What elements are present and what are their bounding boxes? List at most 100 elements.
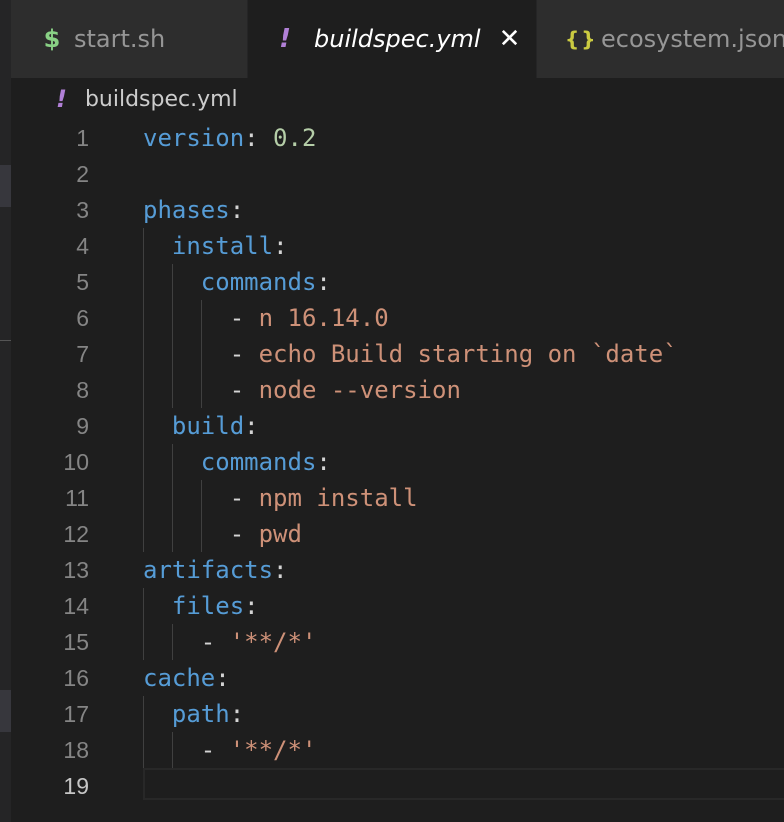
- code-text: install:: [143, 228, 288, 264]
- yaml-key: phases: [143, 196, 230, 224]
- code-text: - pwd: [143, 516, 302, 552]
- indent-guide: [143, 588, 144, 660]
- code-line[interactable]: 15 - '**/*': [11, 624, 784, 660]
- yaml-key: files: [171, 592, 245, 620]
- line-number: 19: [63, 773, 89, 799]
- code-line[interactable]: 17 path:: [11, 696, 784, 732]
- indent-guide: [171, 732, 173, 768]
- yaml-key: artifacts: [143, 556, 274, 584]
- colon: :: [215, 664, 230, 692]
- list-dash: -: [200, 628, 230, 656]
- code-text: build:: [143, 408, 259, 444]
- code-text: artifacts:: [143, 552, 288, 588]
- yaml-key: cache: [143, 664, 216, 692]
- panel-divider: [0, 340, 11, 341]
- panel-highlight: [0, 690, 11, 732]
- code-line[interactable]: 9 build:: [11, 408, 784, 444]
- code-line[interactable]: 6 - n 16.14.0: [11, 300, 784, 336]
- code-line[interactable]: 1 version: 0.2: [11, 120, 784, 156]
- list-dash: -: [229, 304, 259, 332]
- yaml-key: install: [171, 232, 274, 260]
- code-text: files:: [143, 588, 259, 624]
- colon: :: [244, 592, 259, 620]
- indent-guide: [143, 228, 144, 552]
- code-line[interactable]: 10 commands:: [11, 444, 784, 480]
- code-line[interactable]: 3 phases:: [11, 192, 784, 228]
- line-number: 9: [76, 413, 89, 439]
- line-number: 10: [63, 449, 89, 475]
- code-line[interactable]: 2: [11, 156, 784, 192]
- code-line[interactable]: 13 artifacts:: [11, 552, 784, 588]
- colon: :: [273, 556, 288, 584]
- colon: :: [229, 196, 245, 224]
- yaml-key: commands: [200, 268, 317, 296]
- code-text: path:: [143, 696, 244, 732]
- indent-guide: [143, 696, 144, 768]
- code-text: - n 16.14.0: [143, 300, 389, 336]
- yaml-file-icon: !: [279, 24, 291, 54]
- line-number: 18: [63, 737, 89, 763]
- code-line[interactable]: 4 install:: [11, 228, 784, 264]
- code-line[interactable]: 8 - node --version: [11, 372, 784, 408]
- code-line[interactable]: 11 - npm install: [11, 480, 784, 516]
- indent-guide: [171, 264, 173, 408]
- yaml-key: version: [143, 124, 245, 152]
- colon: :: [316, 268, 331, 296]
- code-editor[interactable]: 1 version: 0.2 2 3 phases: 4 install: 5 comman…: [11, 120, 784, 822]
- yaml-value: node --version: [258, 376, 461, 404]
- editor-window: $ start.sh ! buildspec.yml ✕ {} ecosyste…: [0, 0, 784, 822]
- code-line[interactable]: 14 files:: [11, 588, 784, 624]
- colon: :: [273, 232, 288, 260]
- breadcrumb-file[interactable]: buildspec.yml: [85, 87, 238, 112]
- tab-label: ecosystem.json: [601, 25, 784, 53]
- code-line[interactable]: 12 - pwd: [11, 516, 784, 552]
- colon: :: [244, 124, 259, 152]
- close-icon[interactable]: ✕: [499, 26, 521, 52]
- line-number: 5: [76, 269, 89, 295]
- code-line[interactable]: 16 cache:: [11, 660, 784, 696]
- line-number: 7: [76, 341, 89, 367]
- indent-guide: [171, 444, 173, 552]
- line-number: 6: [76, 305, 89, 331]
- indent-guide: [200, 480, 202, 552]
- line-number: 11: [65, 485, 89, 511]
- tab-label: buildspec.yml: [314, 25, 481, 53]
- code-text: - '**/*': [143, 624, 317, 660]
- code-text: - '**/*': [143, 732, 317, 768]
- yaml-file-icon: !: [56, 85, 67, 113]
- tab-buildspec-yml[interactable]: ! buildspec.yml ✕: [248, 0, 537, 78]
- yaml-value: npm install: [258, 484, 418, 512]
- line-number: 17: [63, 701, 89, 727]
- line-number: 1: [76, 125, 89, 151]
- code-text: version: 0.2: [143, 120, 316, 156]
- yaml-value: 0.2: [258, 124, 317, 152]
- line-number: 16: [63, 665, 89, 691]
- yaml-key: path: [171, 700, 230, 728]
- list-dash: -: [229, 376, 259, 404]
- breadcrumb: ! buildspec.yml: [11, 78, 784, 120]
- code-line[interactable]: 18 - '**/*': [11, 732, 784, 768]
- code-line[interactable]: 7 - echo Build starting on `date`: [11, 336, 784, 372]
- side-panel-edge: [0, 0, 11, 822]
- yaml-key: build: [171, 412, 245, 440]
- list-dash: -: [200, 736, 230, 764]
- indent-guide: [171, 624, 173, 660]
- code-text: cache:: [143, 660, 230, 696]
- code-text: - node --version: [143, 372, 461, 408]
- code-line[interactable]: 19: [11, 768, 784, 804]
- indent-guide: [200, 300, 202, 408]
- line-number: 4: [76, 233, 89, 259]
- panel-highlight: [0, 165, 11, 207]
- line-number: 13: [63, 557, 89, 583]
- colon: :: [244, 412, 259, 440]
- tab-start-sh[interactable]: $ start.sh: [11, 0, 248, 78]
- tab-ecosystem-json[interactable]: {} ecosystem.json: [537, 0, 784, 78]
- yaml-key: commands: [200, 448, 317, 476]
- code-line[interactable]: 5 commands:: [11, 264, 784, 300]
- colon: :: [316, 448, 331, 476]
